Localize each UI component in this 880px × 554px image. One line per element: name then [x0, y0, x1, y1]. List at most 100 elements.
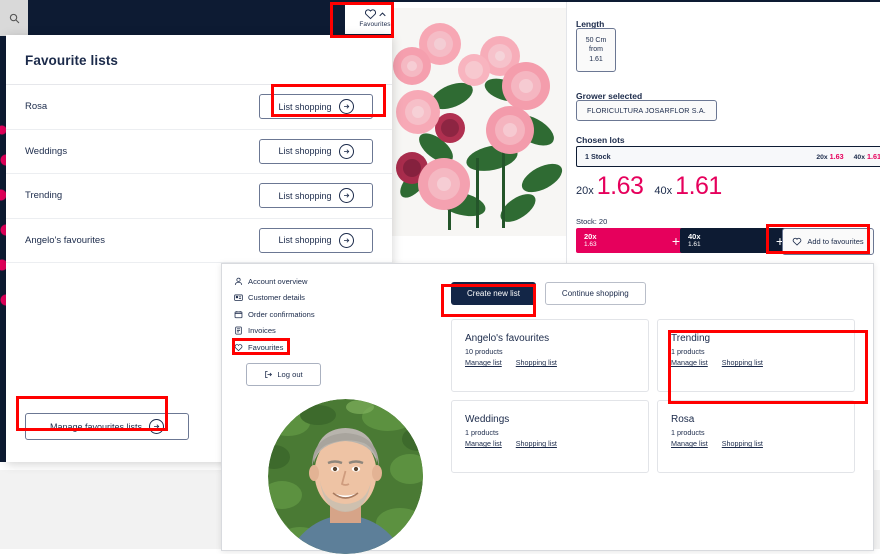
favourite-list-name: Rosa — [25, 101, 48, 113]
sidebar-item-invoices[interactable]: Invoices — [234, 323, 346, 340]
quantity-button-20x[interactable]: 20x 1.63 + — [576, 228, 688, 253]
product-image-panel — [392, 2, 566, 262]
list-card-links: Manage list Shopping list — [465, 439, 635, 448]
list-card-count: 1 products — [465, 428, 499, 437]
price-tier-1-value: 1.63 — [596, 172, 644, 200]
chosen-lot-row[interactable]: 1 Stock 20x 1.63 40x 1.61 — [576, 146, 880, 167]
logout-icon — [265, 370, 273, 378]
id-card-icon — [234, 294, 243, 302]
list-shopping-button[interactable]: List shopping — [259, 94, 373, 120]
favourite-list-row[interactable]: Angelo's favourites List shopping — [6, 219, 392, 263]
shopping-list-link[interactable]: Shopping list — [722, 358, 763, 367]
price-tier-1-qty: 20x — [576, 185, 594, 197]
list-card-title: Trending — [671, 333, 711, 344]
price-tier-2-qty: 40x — [654, 185, 673, 197]
search-icon[interactable] — [0, 0, 28, 36]
list-shopping-button[interactable]: List shopping — [259, 183, 373, 209]
document-icon — [235, 326, 242, 335]
price-tier-2: 40x 1.61 — [654, 172, 722, 200]
lot-stock-label: 1 Stock — [585, 152, 611, 161]
lot-tier-price: 1.61 — [867, 152, 880, 161]
arrow-right-icon — [338, 188, 354, 204]
arrow-right-icon — [338, 143, 354, 159]
logout-button[interactable]: Log out — [246, 362, 321, 386]
qty-40x-price: 1.61 — [688, 241, 701, 249]
lot-tier-price: 1.63 — [829, 152, 844, 161]
shopping-list-link[interactable]: Shopping list — [516, 439, 557, 448]
favourite-list-row[interactable]: Trending List shopping — [6, 174, 392, 219]
sidebar-item-favourites[interactable]: Favourites — [234, 339, 346, 356]
shopping-list-link[interactable]: Shopping list — [722, 439, 763, 448]
list-card[interactable]: Angelo's favourites 10 products Manage l… — [451, 319, 649, 392]
heart-icon — [364, 9, 377, 20]
price-tier-2-value: 1.61 — [675, 172, 722, 200]
list-card-count: 10 products — [465, 347, 503, 356]
price-summary: 20x 1.63 40x 1.61 — [576, 174, 722, 199]
favourite-list-row[interactable]: Rosa List shopping — [6, 85, 392, 130]
list-card-title: Weddings — [465, 414, 510, 425]
favourites-header-label: Favourites — [359, 21, 391, 28]
chevron-up-icon — [379, 11, 386, 16]
grower-name: FLORICULTURA JOSARFLOR S.A. — [587, 106, 706, 115]
user-portrait-photo — [268, 399, 423, 554]
logout-label: Log out — [277, 369, 303, 379]
add-to-favourites-label: Add to favourites — [807, 237, 864, 246]
manage-list-link[interactable]: Manage list — [671, 358, 708, 367]
shopping-list-link[interactable]: Shopping list — [516, 358, 557, 367]
heart-icon — [793, 237, 802, 246]
sidebar-item-customer-details[interactable]: Customer details — [234, 290, 346, 307]
sidebar-item-account-overview[interactable]: Account overview — [234, 273, 346, 290]
smiling-man-portrait — [268, 399, 423, 554]
account-favourites-panel: Account overview Customer details Order … — [221, 263, 874, 554]
list-card[interactable]: Weddings 1 products Manage list Shopping… — [451, 400, 649, 473]
quantity-button-40x[interactable]: 40x 1.61 + — [680, 228, 792, 253]
lot-tier-qty: 40x — [853, 154, 865, 161]
qty-20x-price: 1.63 — [584, 241, 597, 249]
qty-40x-label: 40x — [688, 231, 701, 241]
heart-icon — [234, 343, 243, 351]
list-shopping-label: List shopping — [278, 190, 332, 201]
create-new-list-button[interactable]: Create new list — [451, 282, 536, 305]
manage-favourites-lists-button[interactable]: Manage favourites lists — [25, 413, 189, 440]
list-card-title: Angelo's favourites — [465, 333, 550, 344]
list-shopping-label: List shopping — [278, 235, 332, 246]
favourite-list-name: Trending — [25, 190, 63, 202]
list-shopping-label: List shopping — [278, 101, 332, 112]
manage-favourites-label: Manage favourites lists — [49, 421, 143, 432]
qty-40x-info: 40x 1.61 — [688, 232, 701, 250]
list-card-links: Manage list Shopping list — [671, 439, 841, 448]
favourite-list-name: Angelo's favourites — [25, 234, 105, 246]
list-shopping-button[interactable]: List shopping — [259, 138, 373, 164]
grower-chip[interactable]: FLORICULTURA JOSARFLOR S.A. — [576, 100, 717, 121]
list-card-links: Manage list Shopping list — [465, 358, 635, 367]
manage-list-link[interactable]: Manage list — [671, 439, 708, 448]
list-card-count: 1 products — [671, 347, 705, 356]
lot-tier-prices: 20x 1.63 40x 1.61 — [816, 152, 880, 161]
account-sidebar-nav: Account overview Customer details Order … — [234, 273, 346, 386]
pink-roses-image — [392, 8, 566, 236]
sidebar-label: Customer details — [248, 293, 305, 303]
favourite-list-name: Weddings — [25, 145, 68, 157]
favourite-list-row[interactable]: Weddings List shopping — [6, 130, 392, 174]
length-price: 1.61 — [589, 55, 603, 63]
sidebar-item-order-confirmations[interactable]: Order confirmations — [234, 306, 346, 323]
product-info-panel: Length 50 Cm from 1.61 Grower selected F… — [566, 2, 880, 270]
sidebar-label: Favourites — [248, 342, 284, 352]
arrow-right-icon — [338, 232, 354, 248]
arrow-right-icon — [149, 419, 165, 434]
length-size: 50 Cm — [585, 36, 607, 44]
add-to-favourites-button[interactable]: Add to favourites — [782, 228, 874, 255]
favourite-lists-grid: Angelo's favourites 10 products Manage l… — [451, 319, 855, 473]
list-shopping-button[interactable]: List shopping — [259, 227, 373, 253]
list-card[interactable]: Trending 1 products Manage list Shopping… — [657, 319, 855, 392]
calendar-icon — [234, 310, 243, 318]
continue-shopping-button[interactable]: Continue shopping — [544, 282, 646, 305]
manage-list-link[interactable]: Manage list — [465, 358, 502, 367]
sidebar-label: Order confirmations — [248, 309, 315, 319]
list-card[interactable]: Rosa 1 products Manage list Shopping lis… — [657, 400, 855, 473]
length-option-chip[interactable]: 50 Cm from 1.61 — [576, 28, 616, 72]
plus-icon: + — [671, 232, 680, 249]
qty-20x-label: 20x — [584, 231, 597, 241]
list-card-count: 1 products — [671, 428, 705, 437]
manage-list-link[interactable]: Manage list — [465, 439, 502, 448]
